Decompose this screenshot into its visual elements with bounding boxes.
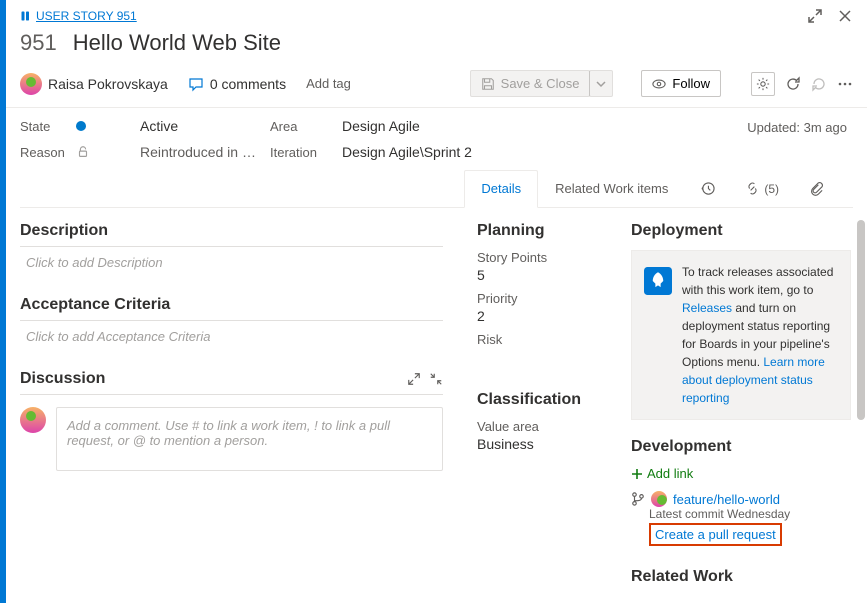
follow-label: Follow [672,76,710,91]
avatar [20,73,42,95]
related-work-heading: Related Work [631,568,851,586]
work-item-type-text: USER STORY 951 [36,9,137,23]
releases-link[interactable]: Releases [682,301,732,315]
branch-icon [631,492,645,506]
add-tag-button[interactable]: Add tag [306,76,351,91]
collapse-icon[interactable] [429,372,443,386]
story-points-value[interactable]: 5 [477,267,613,283]
work-item-type-link[interactable]: USER STORY 951 [20,9,137,23]
rocket-icon [644,267,672,295]
more-actions-button[interactable] [837,76,853,92]
value-area-label: Value area [477,419,613,434]
state-value[interactable]: Active [140,118,270,134]
state-label: State [20,119,76,134]
fullscreen-icon[interactable] [807,8,823,24]
scrollbar[interactable] [857,208,865,603]
links-count: (5) [764,182,779,196]
updated-timestamp: Updated: 3m ago [747,120,847,135]
description-input[interactable]: Click to add Description [20,255,443,270]
create-pull-request-link[interactable]: Create a pull request [655,527,776,542]
ellipsis-icon [837,76,853,92]
planning-heading: Planning [477,222,613,240]
gear-icon [756,77,770,91]
iteration-value[interactable]: Design Agile\Sprint 2 [342,144,472,160]
acceptance-heading: Acceptance Criteria [20,296,443,321]
save-close-button[interactable]: Save & Close [470,70,591,97]
attachment-icon [809,181,824,196]
tab-attachments[interactable] [794,170,839,207]
book-icon [20,10,32,22]
chevron-down-icon [596,79,606,89]
risk-value[interactable] [477,349,613,365]
comment-icon [188,76,204,92]
tab-related[interactable]: Related Work items [538,170,685,207]
risk-label: Risk [477,332,613,347]
discussion-heading: Discussion [20,370,105,388]
state-dot-icon [76,121,86,131]
commit-info: Latest commit Wednesday [649,507,851,521]
follow-button[interactable]: Follow [641,70,721,97]
undo-icon [811,76,827,92]
priority-label: Priority [477,291,613,306]
tab-links[interactable]: (5) [730,170,794,207]
tab-history[interactable] [685,170,730,207]
value-area-value[interactable]: Business [477,436,613,452]
eye-icon [652,77,666,91]
development-heading: Development [631,438,851,456]
priority-value[interactable]: 2 [477,308,613,324]
refresh-icon [785,76,801,92]
comments-text: 0 comments [210,76,286,92]
area-value[interactable]: Design Agile [342,118,420,134]
work-item-id: 951 [20,30,57,56]
description-heading: Description [20,222,443,247]
add-link-button[interactable]: Add link [631,466,851,481]
link-icon [745,181,760,196]
branch-author-avatar [651,491,667,507]
close-icon[interactable] [837,8,853,24]
plus-icon [631,468,643,480]
work-item-title[interactable]: Hello World Web Site [73,30,281,56]
create-pr-highlight: Create a pull request [649,523,782,546]
branch-link[interactable]: feature/hello-world [673,492,780,507]
area-label: Area [270,119,342,134]
settings-button[interactable] [751,72,775,96]
tab-details[interactable]: Details [464,170,538,208]
save-close-label: Save & Close [501,76,580,91]
iteration-label: Iteration [270,145,342,160]
expand-icon[interactable] [407,372,421,386]
assignee-name: Raisa Pokrovskaya [48,76,168,92]
reason-value[interactable]: Reintroduced in … [140,144,270,160]
assignee-field[interactable]: Raisa Pokrovskaya [20,73,168,95]
reason-label: Reason [20,145,76,160]
refresh-button[interactable] [785,76,801,92]
undo-button[interactable] [811,76,827,92]
current-user-avatar [20,407,46,433]
save-icon [481,77,495,91]
deployment-heading: Deployment [631,222,851,240]
acceptance-input[interactable]: Click to add Acceptance Criteria [20,329,443,344]
add-link-label: Add link [647,466,693,481]
classification-heading: Classification [477,391,613,409]
save-dropdown-button[interactable] [589,70,613,97]
story-points-label: Story Points [477,250,613,265]
discussion-input[interactable]: Add a comment. Use # to link a work item… [56,407,443,471]
history-icon [700,181,715,196]
comments-count[interactable]: 0 comments [188,76,286,92]
lock-icon [76,145,90,159]
deployment-info-box: To track releases associated with this w… [631,250,851,420]
